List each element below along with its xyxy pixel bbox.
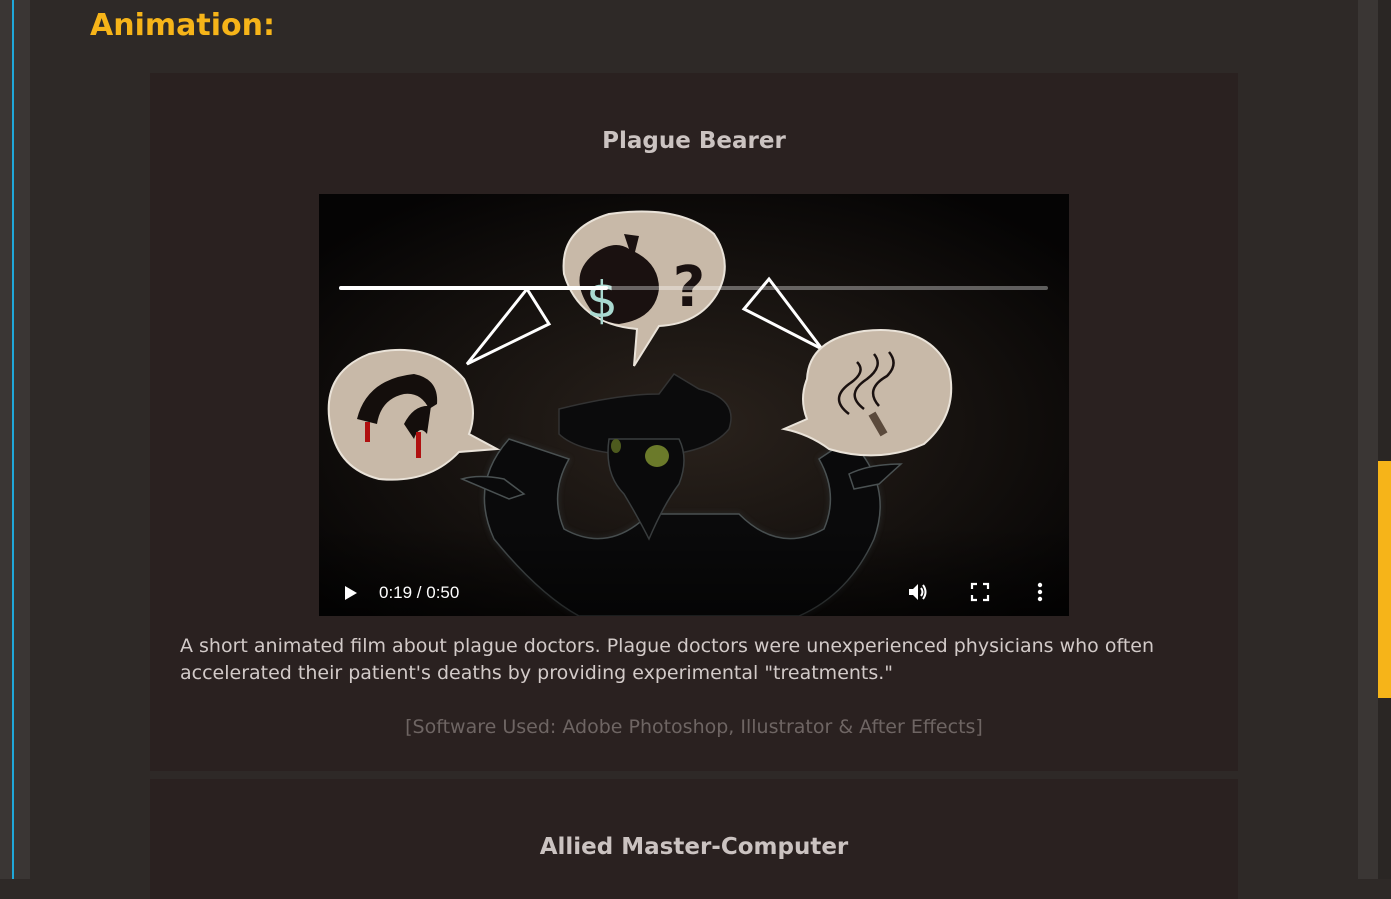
project-card-allied-master-computer: Allied Master-Computer [150, 779, 1238, 899]
section-title: Animation: [90, 8, 275, 43]
fullscreen-icon [970, 582, 990, 602]
video-player[interactable]: $ ? 0:19 / 0:50 [319, 194, 1069, 616]
play-icon [345, 586, 357, 600]
left-gutter [0, 0, 30, 879]
more-vertical-icon [1037, 582, 1043, 602]
project-title: Plague Bearer [602, 128, 786, 154]
scrollbar-track[interactable] [1378, 0, 1391, 879]
video-time: 0:19 / 0:50 [379, 583, 460, 602]
right-gutter [1358, 0, 1378, 879]
scrollbar-thumb[interactable] [1378, 461, 1391, 698]
project-card-plague-bearer: Plague Bearer $ ? 0:19 / 0:50 A short an… [150, 73, 1238, 771]
svg-text:$: $ [586, 271, 618, 329]
play-button[interactable] [341, 584, 359, 602]
fullscreen-button[interactable] [969, 581, 991, 603]
video-progress-fill [339, 286, 609, 290]
video-progress-bar[interactable] [339, 286, 1048, 290]
project-title: Allied Master-Computer [539, 834, 849, 860]
more-options-button[interactable] [1029, 581, 1051, 603]
left-accent-line [12, 0, 14, 879]
video-controls: 0:19 / 0:50 [319, 526, 1069, 616]
volume-button[interactable] [907, 581, 929, 603]
volume-icon [909, 584, 927, 600]
project-description: A short animated film about plague docto… [180, 635, 1155, 684]
software-used: [Software Used: Adobe Photoshop, Illustr… [405, 716, 983, 738]
